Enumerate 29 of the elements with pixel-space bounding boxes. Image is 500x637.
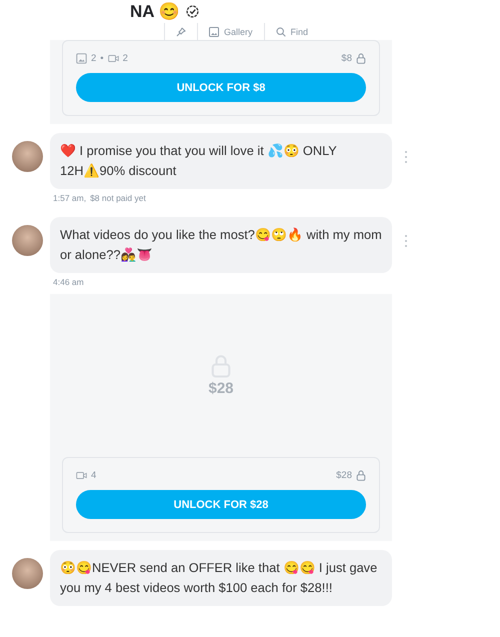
more-icon[interactable]: [404, 150, 408, 164]
unlock-button[interactable]: UNLOCK FOR $8: [76, 73, 366, 102]
pin-icon[interactable]: [176, 27, 186, 37]
message-time: 4:46 am: [53, 277, 84, 287]
unlock-button[interactable]: UNLOCK FOR $28: [76, 490, 366, 519]
message-bubble: What videos do you like the most?😋🙄🔥 with my mom or alone??👩‍❤‍👨👅: [50, 217, 392, 273]
payment-status: $8 not paid yet: [90, 193, 146, 203]
search-icon: [276, 27, 286, 37]
lock-icon: [356, 470, 366, 480]
chat-title: NA 😊: [130, 0, 180, 22]
media-count: 2: [122, 52, 128, 64]
separator-dot: •: [100, 52, 104, 64]
preview-price: $28: [208, 380, 234, 397]
media-count: 4: [91, 470, 96, 480]
lock-icon: [356, 52, 366, 64]
more-icon[interactable]: [404, 234, 408, 248]
image-icon: [76, 52, 87, 64]
message-bubble: ❤ I promise you that you will love it 💦😳 ONLY 12H⚠90% discount: [50, 133, 392, 189]
avatar[interactable]: [12, 225, 43, 256]
message-time: 1:57 am,: [53, 193, 86, 203]
avatar[interactable]: [12, 141, 43, 172]
avatar[interactable]: [12, 558, 43, 589]
video-icon: [108, 52, 119, 64]
video-icon: [76, 470, 87, 480]
media-count: 2: [91, 52, 96, 64]
message-bubble: 😳😋NEVER send an OFFER like that 😋😋 I just gave you my 4 best videos worth $100 each for $28!!!: [50, 550, 392, 606]
price: $28: [336, 470, 352, 480]
image-icon: [209, 27, 219, 37]
price: $8: [341, 52, 352, 64]
